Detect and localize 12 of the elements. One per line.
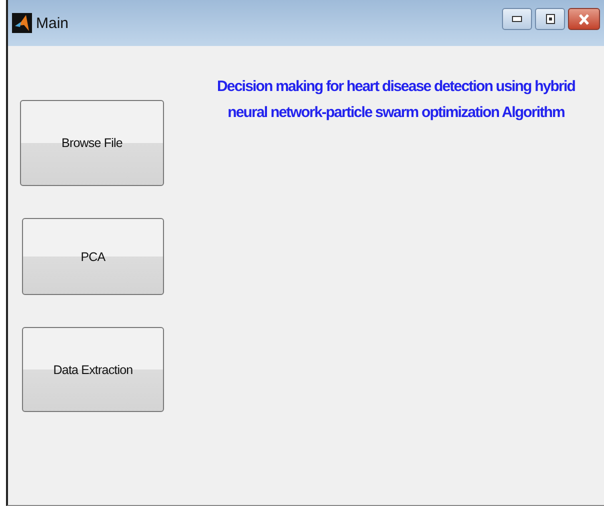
minimize-button[interactable] bbox=[502, 8, 532, 30]
push-button[interactable]: Data Extraction bbox=[22, 327, 164, 412]
push-button[interactable]: PCA bbox=[22, 218, 164, 295]
app-icon bbox=[12, 11, 32, 35]
heading-text: Decision making for heart disease detection using hybrid neural network-particle swarm optimization Algorithm bbox=[216, 77, 576, 123]
minimize-icon bbox=[512, 16, 522, 22]
maximize-button[interactable] bbox=[535, 8, 565, 30]
close-button[interactable] bbox=[568, 8, 600, 30]
window-title: Main bbox=[36, 14, 69, 32]
push-button[interactable]: Browse File bbox=[20, 100, 164, 186]
close-icon bbox=[578, 14, 590, 24]
maximize-icon bbox=[546, 14, 554, 24]
